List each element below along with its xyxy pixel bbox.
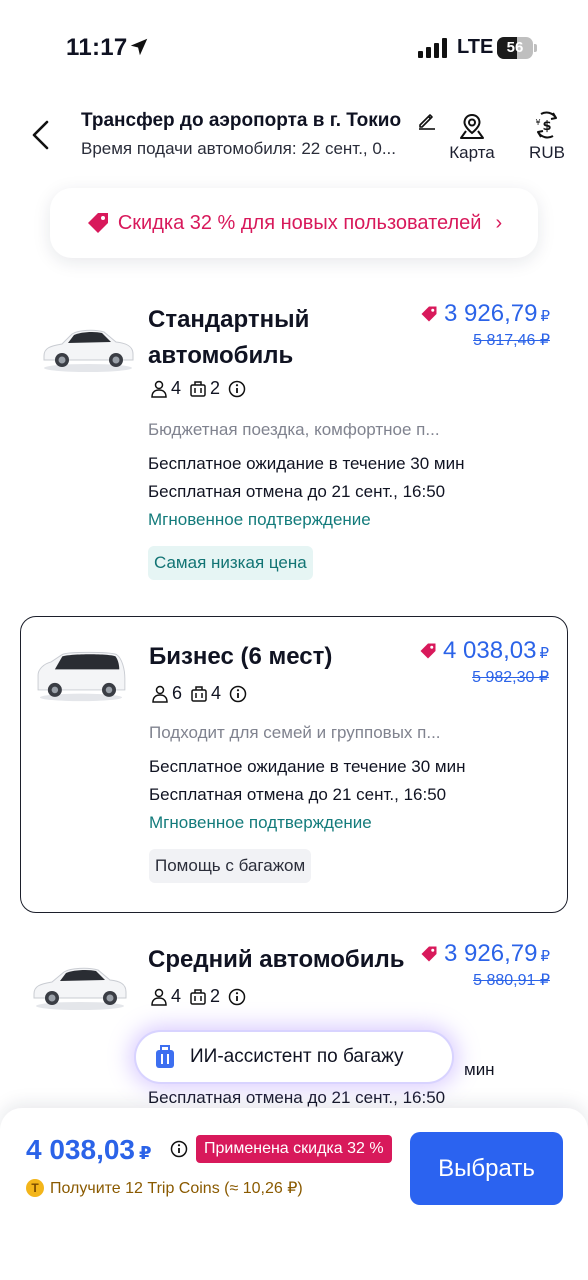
price-old: 5 817,46 ₽ <box>473 332 550 349</box>
car-name: Бизнес (6 мест) <box>149 643 333 670</box>
edit-pencil-icon[interactable] <box>417 110 437 130</box>
battery-icon: 56 <box>497 37 537 59</box>
chevron-right-icon: › <box>495 211 503 234</box>
ai-assistant-label: ИИ-ассистент по багажу <box>190 1046 404 1067</box>
info-icon[interactable] <box>228 988 246 1006</box>
luggage-help-badge: Помощь с багажом <box>149 849 312 883</box>
info-icon[interactable] <box>229 685 247 703</box>
promo-text: Скидка 32 % для новых пользователей <box>117 211 482 234</box>
svg-text:¥: ¥ <box>535 118 540 127</box>
feature-free-cancellation: Бесплатная отмена до 21 сент., 16:50 <box>148 1088 446 1107</box>
select-button[interactable]: Выбрать <box>410 1132 563 1205</box>
car-description: Подходит для семей и групповых п... <box>149 723 441 742</box>
signal-icon <box>418 38 447 58</box>
feature-free-waiting: Бесплатное ожидание в течение 30 мин <box>148 454 465 473</box>
price-tag-icon <box>87 213 108 233</box>
passenger-count: 4 <box>171 378 182 398</box>
price-old: 5 880,91 ₽ <box>473 972 550 989</box>
car-name: Стандартный автомобиль <box>148 302 309 374</box>
feature-free-waiting: Бесплатное ожидание в течение 30 мин <box>149 757 466 776</box>
car-name-line2: автомобиль <box>148 342 294 369</box>
feature-instant-confirmation: Мгновенное подтверждение <box>149 813 372 832</box>
chevron-left-icon <box>32 120 49 150</box>
luggage-icon <box>191 685 207 702</box>
back-button[interactable] <box>20 112 60 158</box>
passenger-count: 4 <box>171 986 182 1006</box>
price-tag-icon <box>420 643 436 659</box>
lowest-price-badge: Самая низкая цена <box>148 546 313 580</box>
car-name: Средний автомобиль <box>148 946 405 973</box>
price-block: 3 926,79 ₽ 5 817,46 ₽ <box>420 300 550 350</box>
sedan-car-image <box>33 967 127 1010</box>
feature-free-cancellation: Бесплатная отмена до 21 сент., 16:50 <box>148 482 446 501</box>
price-current: 3 926,79 <box>444 300 538 327</box>
discount-applied-badge: Применена скидка 32 % <box>196 1135 392 1163</box>
feature-free-cancellation: Бесплатная отмена до 21 сент., 16:50 <box>149 785 447 804</box>
info-icon[interactable] <box>228 380 246 398</box>
battery-level: 56 <box>506 39 524 56</box>
info-icon[interactable] <box>170 1140 188 1158</box>
price-current: 4 038,03 <box>443 637 537 664</box>
pickup-time-subtitle[interactable]: Время подачи автомобиля: 22 сент., 0... <box>81 139 421 159</box>
currency-label: RUB <box>529 143 565 162</box>
map-button[interactable]: Карта <box>444 112 500 164</box>
luggage-count: 4 <box>211 683 222 703</box>
total-price-currency: ₽ <box>139 1143 152 1163</box>
trip-coins-text: Получите 12 Trip Coins (≈ 10,26 ₽) <box>50 1180 303 1197</box>
price-currency: ₽ <box>540 948 550 965</box>
price-current: 3 926,79 <box>444 940 538 967</box>
location-arrow-icon <box>130 38 148 56</box>
minivan-car-image <box>37 651 126 702</box>
capacity-info: 6 4 <box>151 683 247 704</box>
price-block: 3 926,79 ₽ 5 880,91 ₽ <box>420 940 550 990</box>
page-title[interactable]: Трансфер до аэропорта в г. Токио <box>81 110 401 132</box>
capacity-info: 4 2 <box>150 986 246 1007</box>
network-label: LTE <box>457 36 494 58</box>
total-price: 4 038,03 ₽ <box>26 1134 152 1166</box>
map-label: Карта <box>449 143 495 162</box>
passenger-icon <box>151 380 167 398</box>
promo-banner[interactable]: Скидка 32 % для новых пользователей › <box>50 188 538 258</box>
price-currency: ₽ <box>539 645 549 662</box>
luggage-count: 2 <box>210 378 221 398</box>
car-description: Бюджетная поездка, комфортное п... <box>148 420 440 439</box>
trip-coin-icon: T <box>26 1179 44 1197</box>
ai-luggage-assistant-button[interactable]: ИИ-ассистент по багажу <box>136 1032 452 1082</box>
price-currency: ₽ <box>540 308 550 325</box>
map-pin-icon <box>460 113 484 139</box>
luggage-icon <box>190 988 206 1005</box>
passenger-icon <box>151 988 167 1006</box>
passenger-count: 6 <box>172 683 183 703</box>
currency-button[interactable]: $ ¥ RUB <box>522 110 572 164</box>
capacity-info: 4 2 <box>150 378 246 399</box>
price-block: 4 038,03 ₽ 5 982,30 ₽ <box>419 637 549 687</box>
price-tag-icon <box>421 946 437 962</box>
car-option-business[interactable]: Бизнес (6 мест) 4 038,03 ₽ 5 982,30 ₽ 6 4… <box>20 616 568 913</box>
price-old: 5 982,30 ₽ <box>472 669 549 686</box>
total-price-value: 4 038,03 <box>26 1134 135 1165</box>
price-tag-icon <box>421 306 437 322</box>
sedan-car-image <box>43 329 134 372</box>
car-name-line1: Стандартный <box>148 306 310 333</box>
feature-instant-confirmation: Мгновенное подтверждение <box>148 510 371 529</box>
status-bar: 11:17 LTE 56 <box>0 0 588 96</box>
luggage-icon <box>190 380 206 397</box>
currency-exchange-icon: $ ¥ <box>535 111 557 139</box>
bottom-bar: 4 038,03 ₽ Применена скидка 32 % T Получи… <box>0 1108 588 1280</box>
svg-text:$: $ <box>542 119 551 134</box>
suitcase-icon <box>156 1045 174 1068</box>
luggage-count: 2 <box>210 986 221 1006</box>
passenger-icon <box>152 685 168 703</box>
trip-coins-info: T Получите 12 Trip Coins (≈ 10,26 ₽) <box>26 1178 303 1198</box>
car-option-standard[interactable]: Стандартный автомобиль 3 926,79 ₽ 5 817,4… <box>20 290 568 600</box>
status-time: 11:17 <box>66 34 128 61</box>
